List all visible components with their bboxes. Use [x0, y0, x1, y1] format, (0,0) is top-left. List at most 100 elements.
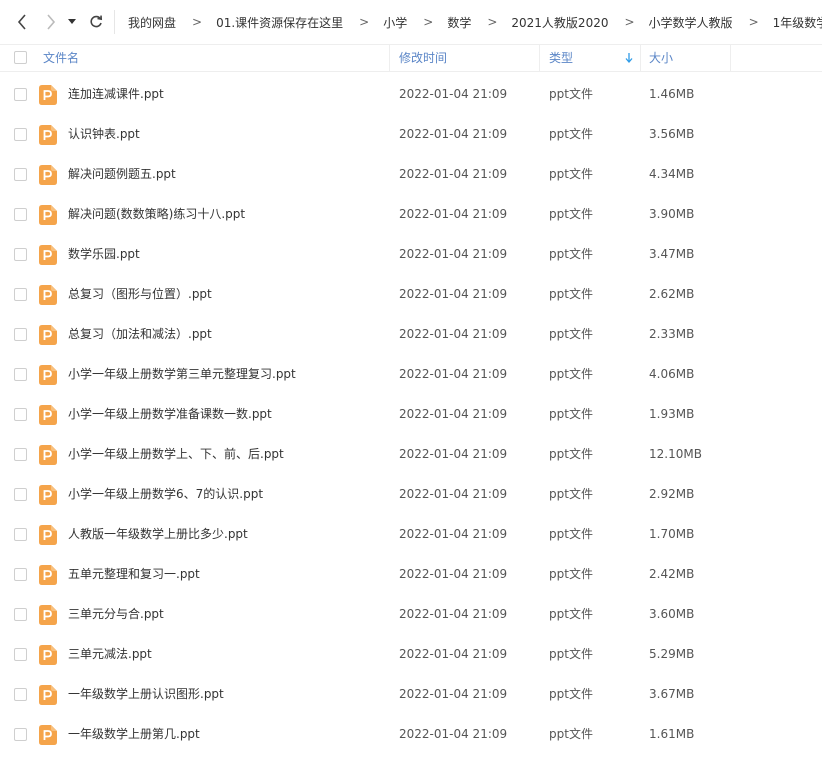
breadcrumb-item[interactable]: 01.课件资源保存在这里 [216, 14, 343, 31]
row-checkbox[interactable] [14, 648, 27, 661]
breadcrumb-separator: > [487, 15, 498, 29]
file-row[interactable]: 认识钟表.ppt 2022-01-04 21:09 ppt文件 3.56MB [0, 114, 822, 154]
file-row[interactable]: 数学乐园.ppt 2022-01-04 21:09 ppt文件 3.47MB [0, 234, 822, 274]
row-checkbox[interactable] [14, 608, 27, 621]
ppt-file-icon [39, 205, 57, 225]
file-name[interactable]: 小学一年级上册数学6、7的认识.ppt [68, 474, 263, 514]
history-dropdown-button[interactable] [62, 8, 82, 36]
file-name[interactable]: 三单元减法.ppt [68, 634, 152, 674]
breadcrumb-separator: > [359, 15, 370, 29]
file-size: 3.67MB [649, 687, 695, 701]
ppt-file-icon [39, 685, 57, 705]
row-checkbox[interactable] [14, 568, 27, 581]
column-divider [640, 45, 641, 72]
file-row[interactable]: 解决问题例题五.ppt 2022-01-04 21:09 ppt文件 4.34MB [0, 154, 822, 194]
file-type: ppt文件 [549, 207, 593, 221]
file-row[interactable]: 小学一年级上册数学上、下、前、后.ppt 2022-01-04 21:09 ppt文… [0, 434, 822, 474]
row-checkbox[interactable] [14, 728, 27, 741]
file-row[interactable]: 五单元整理和复习一.ppt 2022-01-04 21:09 ppt文件 2.42MB [0, 554, 822, 594]
row-checkbox[interactable] [14, 288, 27, 301]
file-name[interactable]: 总复习（加法和减法）.ppt [68, 314, 212, 354]
file-modified-time: 2022-01-04 21:09 [399, 327, 508, 341]
row-checkbox[interactable] [14, 688, 27, 701]
file-type: ppt文件 [549, 407, 593, 421]
row-checkbox[interactable] [14, 448, 27, 461]
file-modified-time: 2022-01-04 21:09 [399, 487, 508, 501]
file-name[interactable]: 解决问题(数数策略)练习十八.ppt [68, 194, 245, 234]
file-modified-time: 2022-01-04 21:09 [399, 87, 508, 101]
sort-descending-icon[interactable] [625, 53, 633, 63]
file-row[interactable]: 一年级数学上册第几.ppt 2022-01-04 21:09 ppt文件 1.61MB [0, 714, 822, 754]
file-type: ppt文件 [549, 447, 593, 461]
file-modified-time: 2022-01-04 21:09 [399, 527, 508, 541]
breadcrumb-separator: > [624, 15, 635, 29]
file-row[interactable]: 小学一年级上册数学6、7的认识.ppt 2022-01-04 21:09 ppt文件… [0, 474, 822, 514]
row-checkbox[interactable] [14, 528, 27, 541]
file-size: 1.46MB [649, 87, 695, 101]
breadcrumb-item[interactable]: 我的网盘 [128, 14, 176, 31]
toolbar: 我的网盘 >01.课件资源保存在这里 > 小学 > 数学 >2021人教版2020 > 小学数学… [0, 0, 822, 44]
file-size: 4.06MB [649, 367, 695, 381]
file-name[interactable]: 解决问题例题五.ppt [68, 154, 176, 194]
file-name[interactable]: 总复习（图形与位置）.ppt [68, 274, 212, 314]
row-checkbox[interactable] [14, 408, 27, 421]
file-type: ppt文件 [549, 87, 593, 101]
row-checkbox[interactable] [14, 88, 27, 101]
file-name[interactable]: 小学一年级上册数学第三单元整理复习.ppt [68, 354, 296, 394]
column-header-size[interactable]: 大小 [649, 45, 673, 71]
file-name[interactable]: 小学一年级上册数学准备课数一数.ppt [68, 394, 272, 434]
column-header-type[interactable]: 类型 [549, 45, 573, 71]
forward-button[interactable] [38, 8, 64, 36]
file-row[interactable]: 连加连减课件.ppt 2022-01-04 21:09 ppt文件 1.46MB [0, 74, 822, 114]
file-row[interactable]: 一年级数学上册认识图形.ppt 2022-01-04 21:09 ppt文件 3.67… [0, 674, 822, 714]
file-type: ppt文件 [549, 167, 593, 181]
refresh-button[interactable] [83, 8, 109, 36]
file-row[interactable]: 小学一年级上册数学准备课数一数.ppt 2022-01-04 21:09 ppt文件… [0, 394, 822, 434]
file-type: ppt文件 [549, 527, 593, 541]
row-checkbox[interactable] [14, 248, 27, 261]
row-checkbox[interactable] [14, 328, 27, 341]
breadcrumb-item[interactable]: 1年级数学上册 [773, 14, 822, 31]
file-name[interactable]: 五单元整理和复习一.ppt [68, 554, 200, 594]
select-all-checkbox[interactable] [14, 51, 27, 64]
ppt-file-icon [39, 405, 57, 425]
column-header-name[interactable]: 文件名 [43, 45, 79, 71]
file-modified-time: 2022-01-04 21:09 [399, 687, 508, 701]
file-type: ppt文件 [549, 727, 593, 741]
file-name[interactable]: 一年级数学上册第几.ppt [68, 714, 200, 754]
caret-down-icon [68, 19, 76, 24]
file-row[interactable]: 总复习（加法和减法）.ppt 2022-01-04 21:09 ppt文件 2.33M… [0, 314, 822, 354]
row-checkbox[interactable] [14, 488, 27, 501]
file-name[interactable]: 三单元分与合.ppt [68, 594, 164, 634]
file-row[interactable]: 人教版一年级数学上册比多少.ppt 2022-01-04 21:09 ppt文件 1.… [0, 514, 822, 554]
file-row[interactable]: 小学一年级上册数学第三单元整理复习.ppt 2022-01-04 21:09 ppt… [0, 354, 822, 394]
file-name[interactable]: 人教版一年级数学上册比多少.ppt [68, 514, 248, 554]
breadcrumb-item[interactable]: 2021人教版2020 [511, 14, 608, 31]
file-modified-time: 2022-01-04 21:09 [399, 247, 508, 261]
file-name[interactable]: 数学乐园.ppt [68, 234, 140, 274]
refresh-icon [90, 15, 103, 28]
breadcrumb-item[interactable]: 数学 [447, 14, 471, 31]
file-name[interactable]: 一年级数学上册认识图形.ppt [68, 674, 224, 714]
file-row[interactable]: 三单元分与合.ppt 2022-01-04 21:09 ppt文件 3.60MB [0, 594, 822, 634]
row-checkbox[interactable] [14, 208, 27, 221]
breadcrumb-item[interactable]: 小学 [383, 14, 407, 31]
chevron-left-icon [17, 14, 26, 30]
file-name[interactable]: 小学一年级上册数学上、下、前、后.ppt [68, 434, 284, 474]
file-row[interactable]: 总复习（图形与位置）.ppt 2022-01-04 21:09 ppt文件 2.62M… [0, 274, 822, 314]
row-checkbox[interactable] [14, 368, 27, 381]
column-divider [389, 45, 390, 72]
breadcrumb-separator: > [423, 15, 434, 29]
file-row[interactable]: 解决问题(数数策略)练习十八.ppt 2022-01-04 21:09 ppt文件 3… [0, 194, 822, 234]
file-row[interactable]: 三单元减法.ppt 2022-01-04 21:09 ppt文件 5.29MB [0, 634, 822, 674]
ppt-file-icon [39, 325, 57, 345]
breadcrumb-item[interactable]: 小学数学人教版 [649, 14, 733, 31]
row-checkbox[interactable] [14, 128, 27, 141]
file-size: 1.70MB [649, 527, 695, 541]
file-name[interactable]: 认识钟表.ppt [68, 114, 140, 154]
file-name[interactable]: 连加连减课件.ppt [68, 74, 164, 114]
file-modified-time: 2022-01-04 21:09 [399, 447, 508, 461]
column-header-modified[interactable]: 修改时间 [399, 45, 447, 71]
row-checkbox[interactable] [14, 168, 27, 181]
back-button[interactable] [9, 8, 35, 36]
